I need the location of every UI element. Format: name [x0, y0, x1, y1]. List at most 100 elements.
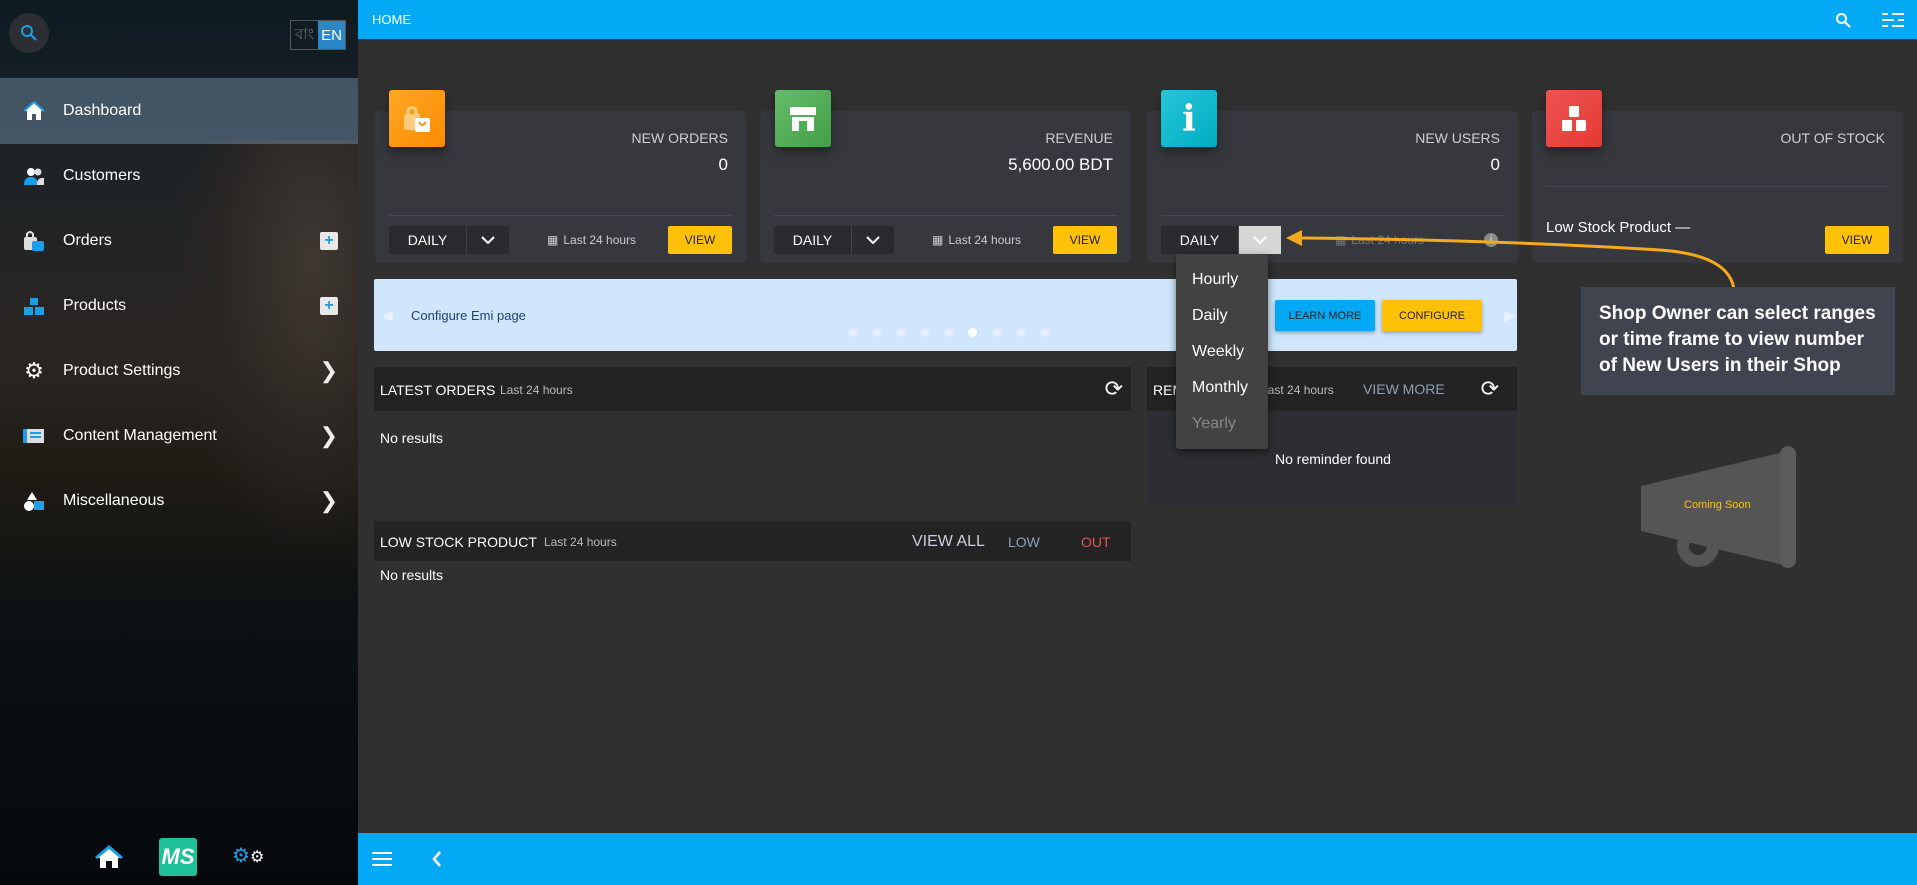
empty-message: No reminder found: [1275, 451, 1391, 467]
sidebar-item-label: Miscellaneous: [63, 492, 165, 509]
range-dropdown[interactable]: DAILY: [1161, 226, 1281, 254]
view-more-link[interactable]: VIEW MORE: [1363, 381, 1445, 397]
info-icon[interactable]: i: [1484, 233, 1498, 247]
sidebar-item-customers[interactable]: Customers: [0, 143, 358, 209]
empty-message: No results: [380, 430, 444, 446]
annotation-callout: Shop Owner can select ranges or time fra…: [1581, 287, 1895, 395]
sidebar-item-orders[interactable]: Orders +: [0, 208, 358, 274]
range-dropdown[interactable]: DAILY: [389, 226, 509, 254]
carousel-next-icon[interactable]: ▶: [1504, 307, 1515, 324]
carousel-dot[interactable]: [992, 328, 1001, 337]
period-label: ▦ Last 24 hours: [932, 233, 1021, 247]
sidebar-item-product-settings[interactable]: ⚙ Product Settings ❯: [0, 338, 358, 404]
app-logo[interactable]: MS: [159, 838, 197, 876]
carousel-dot[interactable]: [1016, 328, 1025, 337]
low-filter-tab[interactable]: LOW: [1008, 534, 1040, 550]
divider: [1161, 215, 1504, 216]
latest-orders-header: LATEST ORDERS Last 24 hours ⟳: [374, 367, 1131, 411]
lang-bn[interactable]: বাং: [291, 21, 318, 49]
card-title: OUT OF STOCK: [1780, 130, 1886, 146]
panel-title: LATEST ORDERS: [380, 382, 496, 398]
divider: [389, 215, 732, 216]
panel-period: Last 24 hours: [500, 383, 573, 397]
bottom-bar: [358, 833, 1917, 885]
settings-gears-icon[interactable]: ⚙⚙: [232, 843, 264, 868]
orders-bag-icon: [389, 90, 445, 147]
carousel-dot[interactable]: [920, 328, 929, 337]
range-dropdown[interactable]: DAILY: [774, 226, 894, 254]
emi-banner: ◀ Configure Emi page LEARN MORE CONFIGUR…: [374, 279, 1517, 351]
sidebar-search-button[interactable]: [9, 13, 49, 53]
sidebar-item-miscellaneous[interactable]: Miscellaneous ❯: [0, 468, 358, 534]
lang-en[interactable]: EN: [318, 21, 345, 49]
view-button[interactable]: VIEW: [1825, 226, 1889, 254]
card-value: 0: [718, 155, 728, 174]
shapes-icon: [22, 490, 46, 512]
chevron-down-icon[interactable]: [852, 226, 894, 254]
period-label: ▦ Last 24 hours: [547, 233, 636, 247]
menu-item-yearly: Yearly: [1192, 415, 1236, 432]
sidebar-item-dashboard[interactable]: Dashboard: [0, 78, 358, 144]
menu-item-weekly[interactable]: Weekly: [1176, 334, 1268, 370]
carousel-dot[interactable]: [896, 328, 905, 337]
boxes-icon: [22, 295, 46, 317]
divider: [774, 215, 1117, 216]
carousel-prev-icon[interactable]: ◀: [382, 307, 393, 324]
sidebar-item-label: Content Management: [63, 427, 217, 444]
top-bar: HOME: [358, 0, 1917, 39]
chevron-right-icon: ❯: [319, 423, 338, 448]
carousel-dot[interactable]: [848, 328, 857, 337]
configure-button[interactable]: CONFIGURE: [1382, 300, 1482, 331]
sidebar-item-label: Product Settings: [63, 362, 181, 379]
view-button[interactable]: VIEW: [668, 226, 732, 254]
sidebar-item-products[interactable]: Products +: [0, 273, 358, 339]
gear-icon: ⚙: [24, 358, 44, 383]
chevron-down-icon[interactable]: [467, 226, 509, 254]
range-label: DAILY: [389, 226, 467, 254]
menu-item-monthly[interactable]: Monthly: [1176, 370, 1268, 406]
period-text: Last 24 hours: [948, 233, 1022, 247]
view-all-link[interactable]: VIEW ALL: [912, 533, 985, 551]
view-button[interactable]: VIEW: [1053, 226, 1117, 254]
coming-soon-label: Coming Soon: [1684, 499, 1751, 511]
divider: [1546, 186, 1889, 187]
add-product-button[interactable]: +: [320, 297, 338, 315]
calendar-icon: ▦: [1335, 233, 1347, 247]
back-chevron-icon[interactable]: [432, 851, 442, 867]
home-icon: [95, 845, 123, 868]
carousel-dot[interactable]: [872, 328, 881, 337]
sidebar-item-label: Orders: [63, 232, 112, 249]
sliders-menu-icon[interactable]: [1882, 11, 1904, 29]
chevron-down-icon[interactable]: [1239, 226, 1281, 254]
learn-more-button[interactable]: LEARN MORE: [1275, 300, 1375, 331]
refresh-icon[interactable]: ⟳: [1481, 376, 1499, 402]
hamburger-menu-icon[interactable]: [372, 851, 392, 867]
card-title: NEW USERS: [1415, 130, 1500, 146]
add-order-button[interactable]: +: [320, 232, 338, 250]
out-filter-tab[interactable]: OUT: [1081, 534, 1111, 550]
boxes-icon: [1546, 90, 1602, 147]
empty-message: No results: [380, 567, 444, 583]
panel-period: Last 24 hours: [544, 535, 617, 549]
card-title: REVENUE: [1045, 130, 1113, 146]
refresh-icon[interactable]: ⟳: [1105, 376, 1123, 402]
menu-item-hourly[interactable]: Hourly: [1176, 262, 1268, 298]
card-value: 0: [1490, 155, 1500, 174]
page-title: HOME: [372, 12, 411, 27]
chevron-right-icon: ❯: [319, 488, 338, 513]
sidebar-item-content-management[interactable]: Content Management ❯: [0, 403, 358, 469]
carousel-dot[interactable]: [1040, 328, 1049, 337]
carousel-dot[interactable]: [968, 328, 977, 337]
footer-home-button[interactable]: [95, 845, 123, 874]
menu-item-daily[interactable]: Daily: [1176, 298, 1268, 334]
carousel-dot[interactable]: [944, 328, 953, 337]
newspaper-icon: [22, 425, 46, 447]
period-text: Last 24 hours: [1351, 233, 1425, 247]
customers-icon: [22, 165, 46, 187]
search-icon[interactable]: [1835, 12, 1851, 28]
language-switch[interactable]: বাং EN: [290, 20, 346, 50]
coming-soon-megaphone: Coming Soon: [1638, 446, 1798, 568]
sidebar-item-label: Customers: [63, 167, 141, 184]
panel-period: Last 24 hours: [1261, 383, 1334, 397]
chevron-right-icon: ❯: [319, 358, 338, 383]
